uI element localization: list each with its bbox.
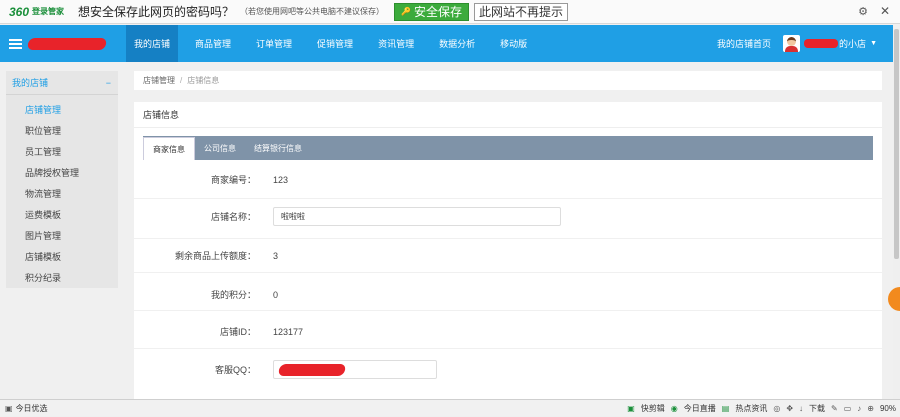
brand-logo-redacted bbox=[26, 37, 108, 50]
field-label: 店铺ID： bbox=[219, 327, 256, 337]
field-merchant-no: 商家编号： 123 bbox=[134, 173, 882, 186]
sidebar-title: 我的店铺 bbox=[12, 78, 49, 88]
breadcrumb-current: 店铺信息 bbox=[187, 76, 220, 85]
sidebar-item-brand-auth[interactable]: 品牌授权管理 bbox=[6, 162, 118, 183]
scrollbar-thumb[interactable] bbox=[894, 29, 899, 259]
field-shop-name: 店铺名称： 啦啦啦 bbox=[134, 207, 882, 226]
divider bbox=[134, 198, 882, 199]
caret-down-icon[interactable]: ▼ bbox=[870, 40, 877, 47]
collapse-icon[interactable]: − bbox=[106, 78, 111, 88]
live-icon: ◉ bbox=[670, 404, 678, 413]
sidebar-item-shop-templates[interactable]: 店铺模板 bbox=[6, 246, 118, 267]
field-label: 我的积分： bbox=[210, 290, 256, 300]
safe-save-button[interactable]: 🔑 安全保存 bbox=[394, 2, 470, 21]
menu-icon[interactable] bbox=[9, 37, 22, 51]
tools-icon[interactable]: ✥ bbox=[786, 404, 793, 413]
quick-clip-icon: ▣ bbox=[627, 404, 635, 413]
nav-orders[interactable]: 订单管理 bbox=[248, 25, 300, 62]
top-navigation: 我的店铺 商品管理 订单管理 促销管理 资讯管理 数据分析 移动版 我的店铺首页… bbox=[0, 25, 893, 62]
save-password-hint: （若您使用网吧等公共电脑不建议保存） bbox=[240, 7, 385, 16]
divider bbox=[134, 310, 882, 311]
sidebar-item-shipping-templates[interactable]: 运费模板 bbox=[6, 204, 118, 225]
sidebar-header[interactable]: 我的店铺 − bbox=[6, 71, 118, 95]
never-prompt-button[interactable]: 此网站不再提示 bbox=[474, 2, 569, 21]
field-upload-quota: 剩余商品上传额度： 3 bbox=[134, 249, 882, 262]
sidebar-item-images[interactable]: 图片管理 bbox=[6, 225, 118, 246]
nav-products[interactable]: 商品管理 bbox=[187, 25, 239, 62]
tab-company-info[interactable]: 公司信息 bbox=[195, 136, 245, 160]
field-qq: 客服QQ： 1 bbox=[134, 360, 882, 379]
recommend-icon: ▣ bbox=[5, 403, 13, 413]
field-label: 商家编号： bbox=[210, 175, 256, 185]
panel-title: 店铺信息 bbox=[134, 102, 882, 128]
divider bbox=[134, 272, 882, 273]
status-live[interactable]: 今日直播 bbox=[684, 403, 716, 414]
window-icon[interactable]: ▭ bbox=[844, 404, 852, 413]
qq-redacted bbox=[277, 363, 347, 376]
nav-my-shop[interactable]: 我的店铺 bbox=[126, 25, 179, 62]
browser-status-bar: ▣ 今日优选 ▣ 快剪辑 ◉ 今日直播 ▤ 热点资讯 ◎ ✥ ↓ 下载 ✎ ▭ … bbox=[0, 399, 900, 416]
nav-mobile[interactable]: 移动版 bbox=[492, 25, 535, 62]
user-area: 我的店铺首页 的小店 ▼ bbox=[717, 25, 877, 62]
shop-info-panel: 店铺信息 商家信息 公司信息 结算银行信息 商家编号： 123 店铺名称： 啦啦… bbox=[134, 102, 882, 402]
merchant-no-value: 123 bbox=[273, 174, 289, 185]
save-password-message: 想安全保存此网页的密码吗？ bbox=[78, 5, 235, 19]
field-points: 我的积分： 0 bbox=[134, 288, 882, 301]
divider bbox=[134, 238, 882, 239]
sidebar-item-positions[interactable]: 职位管理 bbox=[6, 120, 118, 141]
floating-service-button[interactable] bbox=[888, 287, 900, 311]
status-news[interactable]: 热点资讯 bbox=[735, 403, 767, 414]
points-value: 0 bbox=[273, 289, 279, 300]
logo-subtitle: 登录管家 bbox=[32, 7, 65, 16]
tab-bank-info[interactable]: 结算银行信息 bbox=[245, 136, 311, 160]
page-scrollbar[interactable] bbox=[893, 25, 900, 399]
nav-analytics[interactable]: 数据分析 bbox=[431, 25, 483, 62]
field-label: 店铺名称： bbox=[210, 212, 256, 222]
status-quick-clip[interactable]: 快剪辑 bbox=[641, 403, 665, 414]
field-shop-id: 店铺ID： 123177 bbox=[134, 325, 882, 338]
avatar[interactable] bbox=[783, 35, 801, 52]
pen-icon[interactable]: ✎ bbox=[831, 404, 838, 413]
breadcrumb-root[interactable]: 店铺管理 bbox=[143, 75, 175, 86]
breadcrumb: 店铺管理 / 店铺信息 bbox=[134, 71, 882, 90]
tab-merchant-info[interactable]: 商家信息 bbox=[143, 137, 195, 160]
close-icon[interactable]: ✕ bbox=[880, 4, 890, 18]
upload-quota-value: 3 bbox=[273, 250, 279, 261]
sidebar-item-points-log[interactable]: 积分纪录 bbox=[6, 267, 118, 288]
status-zoom[interactable]: 90% bbox=[880, 404, 896, 413]
shop-home-link[interactable]: 我的店铺首页 bbox=[717, 37, 771, 50]
news-icon: ▤ bbox=[721, 404, 730, 413]
nav-promotions[interactable]: 促销管理 bbox=[309, 25, 361, 62]
volume-icon[interactable]: ♪ bbox=[857, 404, 861, 413]
shop-name-label[interactable]: 的小店 bbox=[839, 37, 866, 50]
sidebar-item-shop-manage[interactable]: 店铺管理 bbox=[6, 99, 118, 120]
shop-name-input[interactable]: 啦啦啦 bbox=[273, 207, 561, 226]
username-redacted bbox=[804, 39, 839, 48]
key-icon: 🔑 bbox=[401, 7, 412, 16]
breadcrumb-separator: / bbox=[180, 76, 183, 85]
field-label: 客服QQ： bbox=[214, 365, 256, 375]
status-today-picks[interactable]: 今日优选 bbox=[16, 403, 48, 414]
field-label: 剩余商品上传额度： bbox=[174, 251, 256, 261]
download-icon: ↓ bbox=[799, 404, 804, 413]
divider bbox=[134, 348, 882, 349]
status-download[interactable]: 下载 bbox=[809, 403, 825, 414]
main-menu: 我的店铺 商品管理 订单管理 促销管理 资讯管理 数据分析 移动版 bbox=[126, 25, 544, 62]
sidebar: 我的店铺 − 店铺管理 职位管理 员工管理 品牌授权管理 物流管理 运费模板 图… bbox=[6, 71, 118, 288]
info-tabs: 商家信息 公司信息 结算银行信息 bbox=[143, 136, 873, 160]
gear-icon[interactable]: ⚙ bbox=[858, 5, 868, 18]
password-save-bar: 360 登录管家 想安全保存此网页的密码吗？ （若您使用网吧等公共电脑不建议保存… bbox=[0, 0, 900, 24]
nav-news[interactable]: 资讯管理 bbox=[370, 25, 422, 62]
sidebar-item-logistics[interactable]: 物流管理 bbox=[6, 183, 118, 204]
zoom-icon[interactable]: ⊕ bbox=[867, 404, 874, 413]
shop-id-value: 123177 bbox=[273, 326, 304, 337]
360-logo: 360 bbox=[9, 4, 30, 19]
translate-icon[interactable]: ◎ bbox=[773, 404, 780, 413]
sidebar-item-staff[interactable]: 员工管理 bbox=[6, 141, 118, 162]
